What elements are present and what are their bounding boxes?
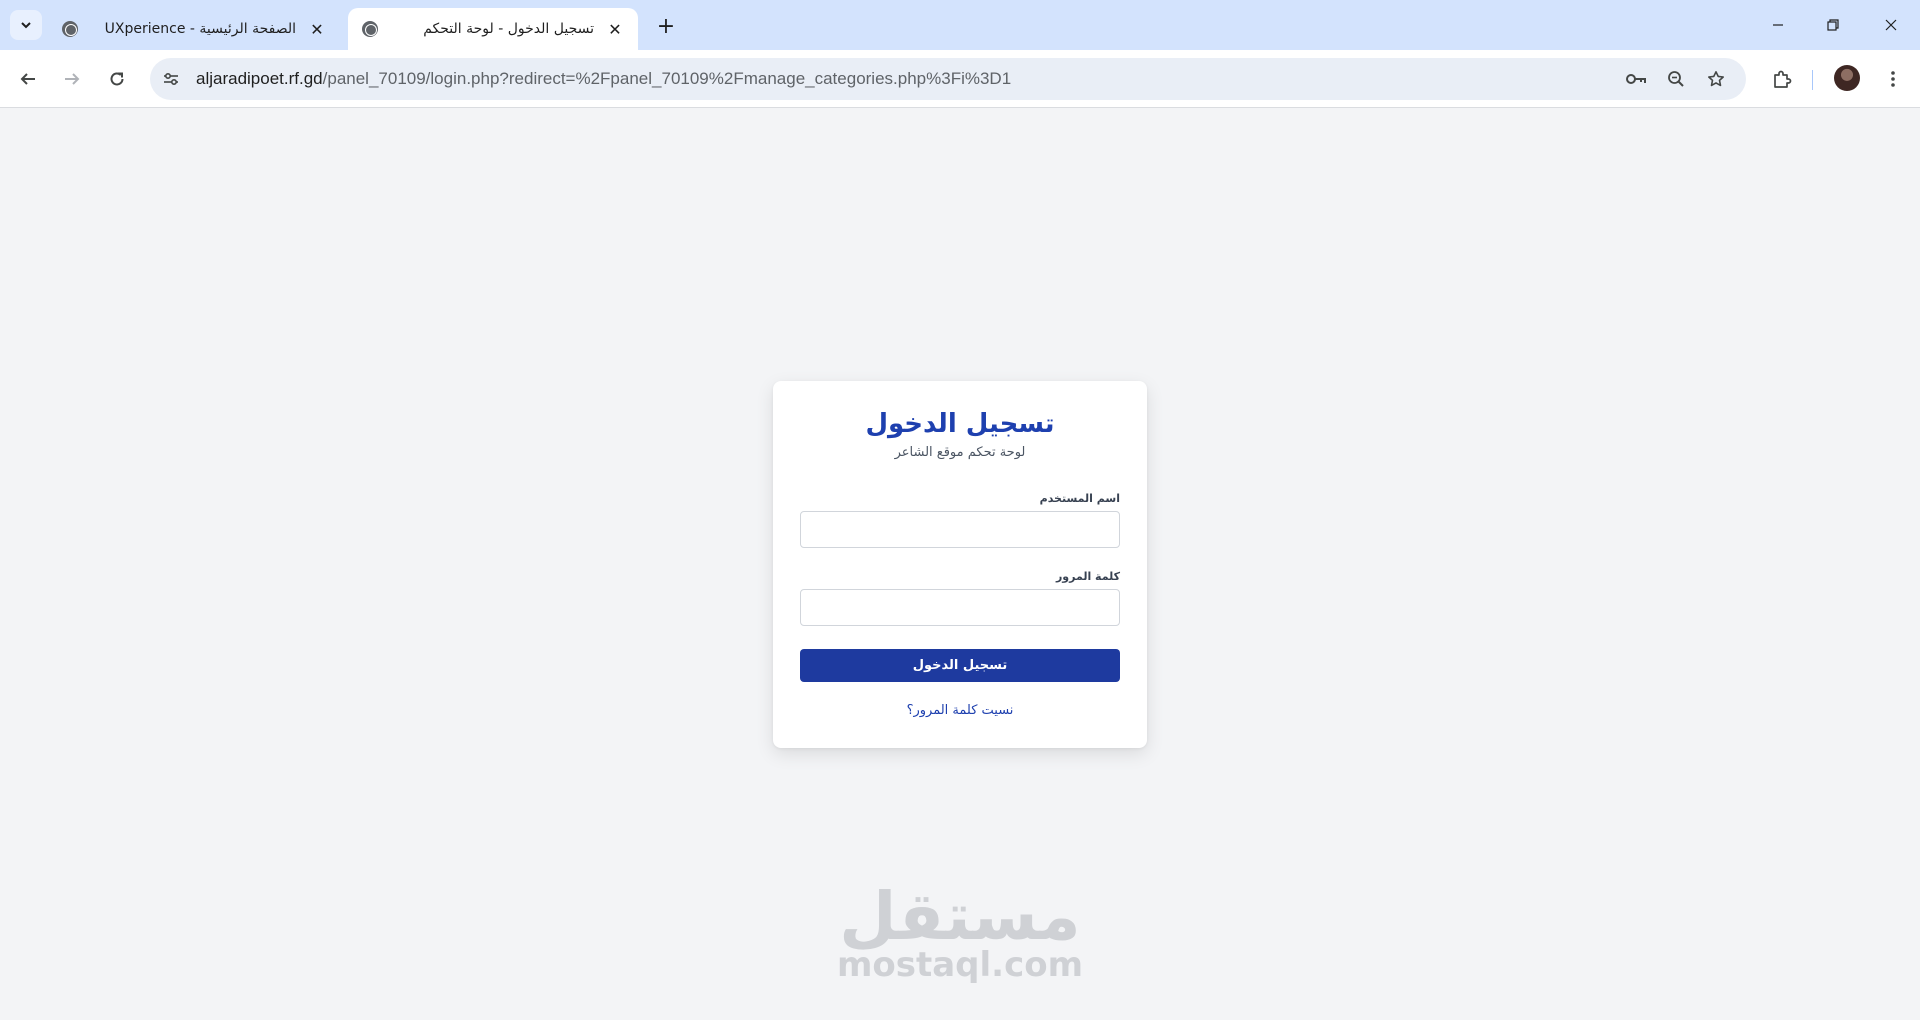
extensions-button[interactable] <box>1766 63 1798 95</box>
url-text[interactable]: aljaradipoet.rf.gd/panel_70109/login.php… <box>196 69 1011 89</box>
tab-search-button[interactable] <box>10 10 42 40</box>
tab-login[interactable]: تسجيل الدخول - لوحة التحكم ✕ <box>348 8 638 50</box>
tab-home[interactable]: الصفحة الرئيسية - UXperience ✕ <box>48 8 340 50</box>
site-info-button[interactable] <box>150 58 192 100</box>
restore-button[interactable] <box>1813 8 1853 42</box>
browser-menu-button[interactable] <box>1877 63 1909 95</box>
forward-button[interactable] <box>56 63 88 95</box>
plus-icon: + <box>656 13 676 39</box>
url-path: /panel_70109/login.php?redirect=%2Fpanel… <box>322 69 1012 88</box>
password-manager-button[interactable] <box>1620 63 1652 95</box>
browser-toolbar: aljaradipoet.rf.gd/panel_70109/login.php… <box>0 50 1920 108</box>
arrow-left-icon <box>20 73 35 85</box>
url-host: aljaradipoet.rf.gd <box>196 69 323 88</box>
tab-title: تسجيل الدخول - لوحة التحكم <box>423 21 594 37</box>
profile-avatar[interactable] <box>1834 65 1860 91</box>
star-icon <box>1708 71 1724 87</box>
tab-title: الصفحة الرئيسية - UXperience <box>104 21 296 37</box>
new-tab-button[interactable]: + <box>652 12 680 40</box>
close-icon[interactable]: ✕ <box>308 20 326 39</box>
zoom-button[interactable] <box>1660 63 1692 95</box>
password-label: كلمة المرور <box>1055 570 1120 583</box>
login-title: تسجيل الدخول <box>865 409 1055 439</box>
minimize-icon <box>1773 24 1783 26</box>
username-label: اسم المستخدم <box>1039 492 1120 505</box>
kebab-icon <box>1891 71 1895 87</box>
puzzle-icon <box>1774 70 1792 88</box>
password-group: كلمة المرور <box>800 570 1120 626</box>
chevron-down-icon <box>21 22 31 29</box>
restore-icon <box>1827 19 1839 31</box>
minimize-button[interactable] <box>1758 8 1798 42</box>
tune-icon <box>164 72 178 86</box>
arrow-right-icon <box>65 73 80 85</box>
close-icon[interactable]: ✕ <box>606 20 624 39</box>
watermark-arabic: مستقل <box>839 878 1081 955</box>
username-input[interactable] <box>800 511 1120 548</box>
zoom-out-icon <box>1668 71 1684 87</box>
login-card: تسجيل الدخول لوحة تحكم موقع الشاعر اسم ا… <box>773 381 1147 748</box>
toolbar-divider <box>1812 70 1813 90</box>
reload-button[interactable] <box>101 63 133 95</box>
reload-icon <box>110 72 124 86</box>
back-button[interactable] <box>12 63 44 95</box>
globe-icon <box>62 21 78 37</box>
bookmark-button[interactable] <box>1700 63 1732 95</box>
key-icon <box>1626 74 1646 84</box>
username-group: اسم المستخدم <box>800 492 1120 548</box>
login-button[interactable]: تسجيل الدخول <box>800 649 1120 682</box>
login-subtitle: لوحة تحكم موقع الشاعر <box>894 445 1026 460</box>
forgot-password-link[interactable]: نسيت كلمة المرور؟ <box>773 703 1147 718</box>
close-window-button[interactable] <box>1871 8 1911 42</box>
password-input[interactable] <box>800 589 1120 626</box>
globe-icon <box>362 21 378 37</box>
tab-strip: الصفحة الرئيسية - UXperience ✕ تسجيل الد… <box>0 0 1920 50</box>
address-bar[interactable]: aljaradipoet.rf.gd/panel_70109/login.php… <box>150 58 1746 100</box>
watermark-latin: mostaql.com <box>836 945 1084 985</box>
watermark: مستقل mostaql.com <box>810 878 1110 985</box>
close-icon <box>1885 19 1897 31</box>
